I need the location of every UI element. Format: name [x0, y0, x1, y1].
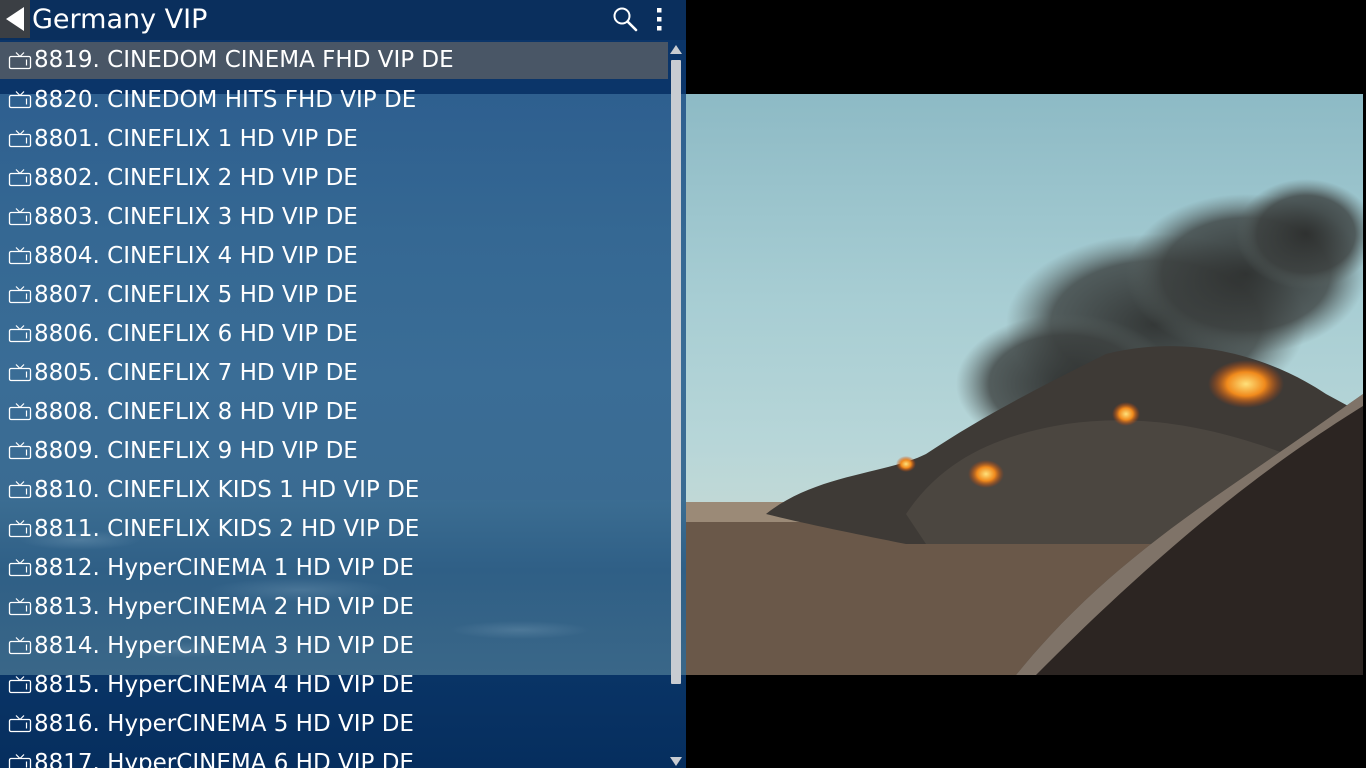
channel-label: 8820. CINEDOM HITS FHD VIP DE: [34, 87, 417, 113]
channel-panel: Germany VIP 8819. CINEDOM CINEMA FHD VIP…: [0, 0, 686, 768]
tv-icon: [8, 52, 32, 70]
channel-label: 8808. CINEFLIX 8 HD VIP DE: [34, 399, 358, 425]
channel-label: 8806. CINEFLIX 6 HD VIP DE: [34, 321, 358, 347]
channel-row[interactable]: 8811. CINEFLIX KIDS 2 HD VIP DE: [0, 510, 668, 549]
tv-icon: [8, 247, 32, 265]
channel-row[interactable]: 8819. CINEDOM CINEMA FHD VIP DE: [0, 42, 668, 79]
overflow-menu-button[interactable]: [650, 6, 668, 34]
tv-icon: [8, 130, 32, 148]
tv-icon: [8, 169, 32, 187]
tv-icon: [8, 364, 32, 382]
back-button[interactable]: [0, 0, 30, 38]
channel-label: 8813. HyperCINEMA 2 HD VIP DE: [34, 594, 414, 620]
tv-icon: [8, 598, 32, 616]
back-arrow-icon: [6, 7, 24, 31]
header-bar: Germany VIP: [0, 0, 686, 40]
channel-row[interactable]: 8815. HyperCINEMA 4 HD VIP DE: [0, 666, 668, 705]
tv-icon: [8, 91, 32, 109]
tv-icon: [8, 208, 32, 226]
tv-icon: [8, 715, 32, 733]
channel-row[interactable]: 8803. CINEFLIX 3 HD VIP DE: [0, 198, 668, 237]
scrollbar-thumb[interactable]: [671, 60, 681, 684]
search-button[interactable]: [612, 6, 638, 32]
channel-row[interactable]: 8817. HyperCINEMA 6 HD VIP DE: [0, 744, 668, 768]
channel-label: 8814. HyperCINEMA 3 HD VIP DE: [34, 633, 414, 659]
channel-label: 8807. CINEFLIX 5 HD VIP DE: [34, 282, 358, 308]
tv-icon: [8, 676, 32, 694]
video-preview[interactable]: [686, 94, 1363, 675]
channel-label: 8815. HyperCINEMA 4 HD VIP DE: [34, 672, 414, 698]
search-icon: [613, 7, 638, 32]
channel-label: 8802. CINEFLIX 2 HD VIP DE: [34, 165, 358, 191]
channel-row[interactable]: 8820. CINEDOM HITS FHD VIP DE: [0, 81, 668, 120]
page-title: Germany VIP: [32, 4, 208, 35]
channel-row[interactable]: 8801. CINEFLIX 1 HD VIP DE: [0, 120, 668, 159]
tv-icon: [8, 286, 32, 304]
channel-row[interactable]: 8810. CINEFLIX KIDS 1 HD VIP DE: [0, 471, 668, 510]
tv-icon: [8, 481, 32, 499]
tv-icon: [8, 637, 32, 655]
tv-icon: [8, 754, 32, 768]
video-frame-image: [686, 179, 1363, 675]
channel-label: 8817. HyperCINEMA 6 HD VIP DE: [34, 750, 414, 768]
channel-label: 8810. CINEFLIX KIDS 1 HD VIP DE: [34, 477, 420, 503]
channel-label: 8804. CINEFLIX 4 HD VIP DE: [34, 243, 358, 269]
channel-label: 8805. CINEFLIX 7 HD VIP DE: [34, 360, 358, 386]
tv-icon: [8, 520, 32, 538]
more-vert-icon: [657, 8, 662, 31]
tv-icon: [8, 403, 32, 421]
channel-label: 8801. CINEFLIX 1 HD VIP DE: [34, 126, 358, 152]
channel-label: 8816. HyperCINEMA 5 HD VIP DE: [34, 711, 414, 737]
scroll-down-arrow-icon[interactable]: [669, 754, 683, 768]
channel-label: 8812. HyperCINEMA 1 HD VIP DE: [34, 555, 414, 581]
channel-label: 8803. CINEFLIX 3 HD VIP DE: [34, 204, 358, 230]
channel-row[interactable]: 8816. HyperCINEMA 5 HD VIP DE: [0, 705, 668, 744]
channel-row[interactable]: 8809. CINEFLIX 9 HD VIP DE: [0, 432, 668, 471]
tv-icon: [8, 442, 32, 460]
channel-label: 8819. CINEDOM CINEMA FHD VIP DE: [34, 47, 454, 73]
channel-row[interactable]: 8805. CINEFLIX 7 HD VIP DE: [0, 354, 668, 393]
channel-label: 8809. CINEFLIX 9 HD VIP DE: [34, 438, 358, 464]
channel-label: 8811. CINEFLIX KIDS 2 HD VIP DE: [34, 516, 420, 542]
tv-icon: [8, 325, 32, 343]
channel-list: 8819. CINEDOM CINEMA FHD VIP DE 8820. CIN…: [0, 42, 668, 768]
channel-row[interactable]: 8814. HyperCINEMA 3 HD VIP DE: [0, 627, 668, 666]
scroll-up-arrow-icon[interactable]: [669, 42, 683, 56]
channel-row[interactable]: 8813. HyperCINEMA 2 HD VIP DE: [0, 588, 668, 627]
channel-row[interactable]: 8806. CINEFLIX 6 HD VIP DE: [0, 315, 668, 354]
channel-row[interactable]: 8802. CINEFLIX 2 HD VIP DE: [0, 159, 668, 198]
channel-row[interactable]: 8804. CINEFLIX 4 HD VIP DE: [0, 237, 668, 276]
channel-row[interactable]: 8808. CINEFLIX 8 HD VIP DE: [0, 393, 668, 432]
channel-row[interactable]: 8812. HyperCINEMA 1 HD VIP DE: [0, 549, 668, 588]
channel-row[interactable]: 8807. CINEFLIX 5 HD VIP DE: [0, 276, 668, 315]
tv-icon: [8, 559, 32, 577]
